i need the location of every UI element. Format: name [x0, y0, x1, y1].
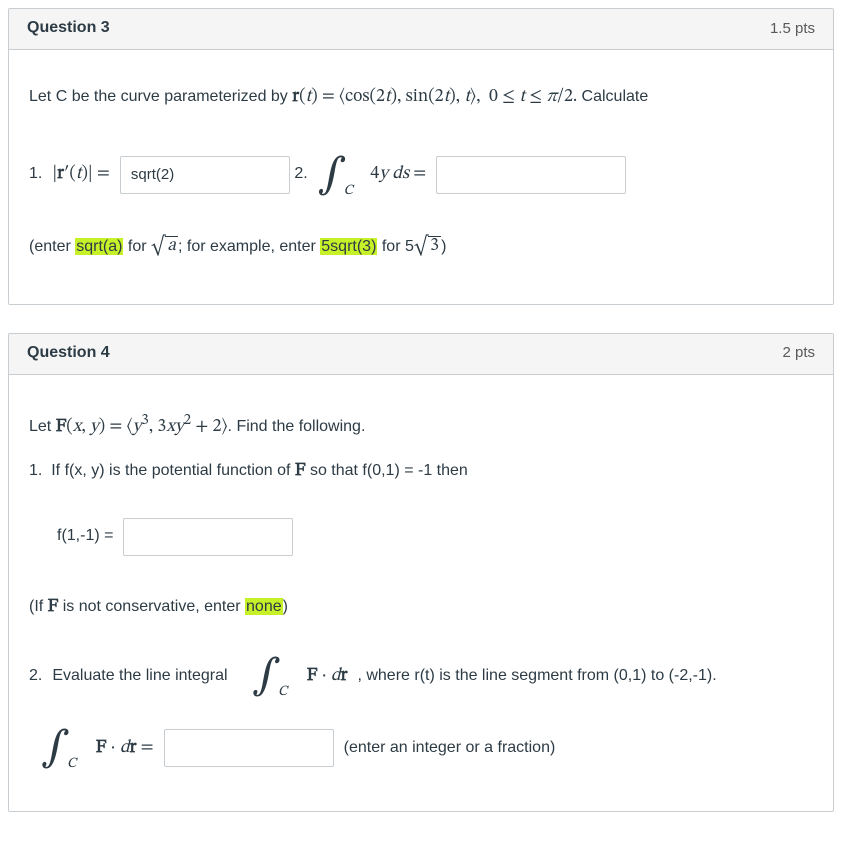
q4-part1-bold: F — [295, 462, 306, 480]
q4-conservative-hint: (If F is not conservative, enter none) — [29, 594, 813, 622]
q4-part2-lhs: F · dr = — [96, 735, 154, 763]
q4-part2-text: Evaluate the line integral — [52, 664, 227, 689]
question-3-header: Question 3 1.5 pts — [9, 9, 833, 50]
q4-part1-lhs: f(1,-1) = — [57, 524, 113, 549]
question-3-body: Let C be the curve parameterized by r(t)… — [9, 50, 833, 304]
q4-intro: Let F(x, y) = ⟨y3, 3xy2 + 2⟩. Find the f… — [29, 409, 813, 442]
q4-part2-num: 2. — [29, 664, 42, 689]
q3-hint-close: ) — [441, 238, 446, 255]
q4-part2-where: , where r(t) is the line segment from (0… — [357, 664, 716, 689]
q3-intro-pre: Let C be the curve parameterized by — [29, 88, 292, 105]
q3-part1-lhs: |r′(t)| = — [52, 161, 110, 189]
q4-part2-hint: (enter an integer or a fraction) — [344, 736, 556, 761]
q3-hint: (enter sqrt(a) for a; for example, enter… — [29, 234, 813, 262]
q3-param-eq: r(t) = ⟨cos(2t), sin(2t), t⟩, 0 ≤ t ≤ π/… — [292, 88, 581, 106]
q4-cons-none: none — [245, 598, 283, 615]
q4-intro-post: . Find the following. — [228, 418, 366, 435]
q4-part2-answer: ∫C F · dr = (enter an integer or a fract… — [41, 727, 555, 769]
q4-part1-text: If f(x, y) is the potential function of — [51, 462, 295, 479]
question-4-body: Let F(x, y) = ⟨y3, 3xy2 + 2⟩. Find the f… — [9, 375, 833, 812]
question-3-card: Question 3 1.5 pts Let C be the curve pa… — [8, 8, 834, 305]
q3-part1-num: 1. — [29, 162, 42, 187]
q4-part1-text: 1. If f(x, y) is the potential function … — [29, 458, 813, 486]
q4-cons-bold: F — [48, 598, 59, 616]
q4-part1-answer: f(1,-1) = — [57, 518, 293, 556]
question-4-title: Question 4 — [27, 344, 110, 362]
q3-hint-pre: (enter — [29, 238, 75, 255]
sqrt-a: a — [151, 234, 178, 262]
question-3-pts: 1.5 pts — [770, 20, 815, 37]
q3-hint-mid: for — [123, 238, 151, 255]
q3-part2-num: 2. — [294, 162, 307, 187]
q3-hint-post: ; for example, enter — [178, 238, 320, 255]
q4-cons-mid: is not conservative, enter — [58, 598, 245, 615]
q4-cons-close: ) — [283, 598, 288, 615]
q4-cons-pre: (If — [29, 598, 48, 615]
q3-part2: 2. ∫C 4y ds = — [294, 154, 626, 196]
q3-hint-sqrt: sqrt(a) — [75, 238, 123, 255]
question-4-header: Question 4 2 pts — [9, 334, 833, 375]
q3-intro-post: Calculate — [582, 88, 649, 105]
question-4-pts: 2 pts — [782, 344, 815, 361]
q4-part1-num: 1. — [29, 462, 42, 479]
q3-part1-input[interactable] — [120, 156, 290, 194]
question-4-card: Question 4 2 pts Let F(x, y) = ⟨y3, 3xy2… — [8, 333, 834, 813]
q4-part2-int: F · dr — [307, 663, 348, 691]
integral-icon-3: ∫C — [41, 727, 70, 769]
q3-part1: 1. |r′(t)| = — [29, 156, 290, 194]
q4-part1-input[interactable] — [123, 518, 293, 556]
q3-part2-integrand: 4y ds = — [370, 161, 426, 189]
q3-hint-for: for 5 — [377, 238, 413, 255]
q4-part2-text: 2. Evaluate the line integral ∫C F · dr,… — [29, 655, 717, 697]
question-3-title: Question 3 — [27, 19, 110, 37]
sqrt-3: 3 — [414, 234, 441, 262]
q4-vecfield: F(x, y) = ⟨y3, 3xy2 + 2⟩ — [56, 418, 228, 436]
q4-part1-text2: so that f(0,1) = -1 then — [306, 462, 468, 479]
q4-intro-pre: Let — [29, 418, 56, 435]
q3-part2-input[interactable] — [436, 156, 626, 194]
q3-intro: Let C be the curve parameterized by r(t)… — [29, 84, 813, 112]
q3-hint-example: 5sqrt(3) — [320, 238, 377, 255]
integral-icon-2: ∫C — [252, 655, 281, 697]
q4-part2-input[interactable] — [164, 729, 334, 767]
integral-icon: ∫C — [318, 154, 347, 196]
